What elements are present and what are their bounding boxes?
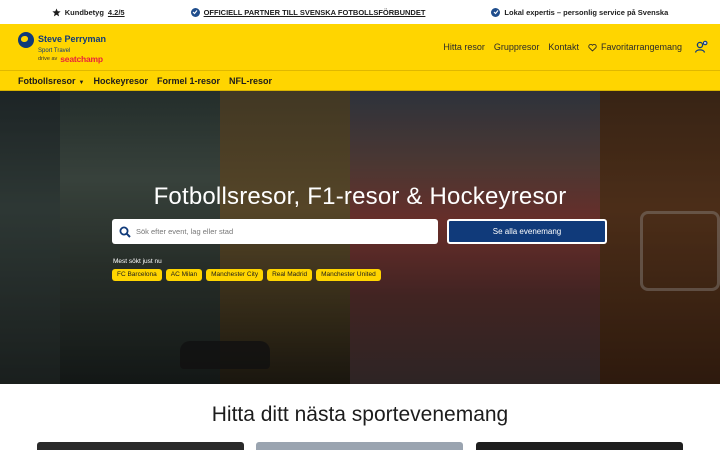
nav-contact[interactable]: Kontakt <box>548 42 579 52</box>
favorites-label: Favoritarrangemang <box>600 42 682 52</box>
heart-icon <box>588 43 597 52</box>
search-icon <box>119 226 131 238</box>
search-input[interactable] <box>136 227 416 236</box>
star-icon <box>52 7 61 16</box>
partner-item: OFFICIELL PARTNER TILL SVENSKA FOTBOLLSF… <box>190 7 426 17</box>
favorites-link[interactable]: Favoritarrangemang <box>588 42 682 52</box>
nav-find-trips[interactable]: Hitta resor <box>443 42 485 52</box>
chip-manchester-city[interactable]: Manchester City <box>206 269 264 281</box>
chip-real-madrid[interactable]: Real Madrid <box>267 269 313 281</box>
event-card[interactable] <box>476 442 683 450</box>
globe-logo-icon <box>18 31 34 48</box>
user-icon[interactable] <box>694 40 708 54</box>
event-card[interactable] <box>37 442 244 450</box>
site-header: Steve Perryman Sport Travel drive av sea… <box>0 24 720 71</box>
logo-drive: drive av seatchamp <box>18 53 106 64</box>
logo-drive-label: drive av <box>38 55 58 62</box>
hero-title: Fotbollsresor, F1-resor & Hockeyresor <box>153 183 567 210</box>
category-nav: Fotbollsresor ▼ Hockeyresor Formel 1-reso… <box>0 71 720 91</box>
category-hockey[interactable]: Hockeyresor <box>93 76 148 86</box>
service-item: Lokal expertis – personlig service på Sv… <box>491 7 669 17</box>
seatchamp-logo: seatchamp <box>60 53 103 64</box>
category-football[interactable]: Fotbollsresor ▼ <box>18 76 84 86</box>
category-f1[interactable]: Formel 1-resor <box>157 76 220 86</box>
logo-name: Steve Perryman <box>38 34 107 44</box>
nav-group-trips[interactable]: Gruppresor <box>494 42 540 52</box>
most-searched-label: Mest sökt just nu <box>113 258 162 265</box>
section-title: Hitta ditt nästa sportevenemang <box>211 403 509 426</box>
chip-fc-barcelona[interactable]: FC Barcelona <box>112 269 162 281</box>
caret-down-icon: ▼ <box>78 79 85 86</box>
category-football-label: Fotbollsresor <box>18 75 76 86</box>
category-nfl[interactable]: NFL-resor <box>229 76 272 86</box>
popular-chips: FC Barcelona AC Milan Manchester City Re… <box>112 269 381 281</box>
rating-label: Kundbetyg <box>64 7 104 17</box>
site-logo[interactable]: Steve Perryman Sport Travel drive av sea… <box>18 31 107 64</box>
trust-bar: Kundbetyg 4.2/5 OFFICIELL PARTNER TILL S… <box>0 0 720 24</box>
check-badge-icon <box>190 7 200 17</box>
partner-link[interactable]: OFFICIELL PARTNER TILL SVENSKA FOTBOLLSF… <box>204 8 426 17</box>
event-card[interactable] <box>256 442 463 450</box>
rating-item: Kundbetyg 4.2/5 <box>52 8 125 17</box>
see-all-events-button[interactable]: Se alla evenemang <box>447 219 607 244</box>
check-badge-icon <box>491 7 501 17</box>
rating-value-link[interactable]: 4.2/5 <box>108 8 125 17</box>
search-box[interactable] <box>112 219 438 244</box>
header-nav: Hitta resor Gruppresor Kontakt Favoritar… <box>443 40 708 54</box>
chip-manchester-united[interactable]: Manchester United <box>316 269 381 281</box>
service-text: Lokal expertis – personlig service på Sv… <box>504 7 669 17</box>
chip-ac-milan[interactable]: AC Milan <box>165 269 203 281</box>
